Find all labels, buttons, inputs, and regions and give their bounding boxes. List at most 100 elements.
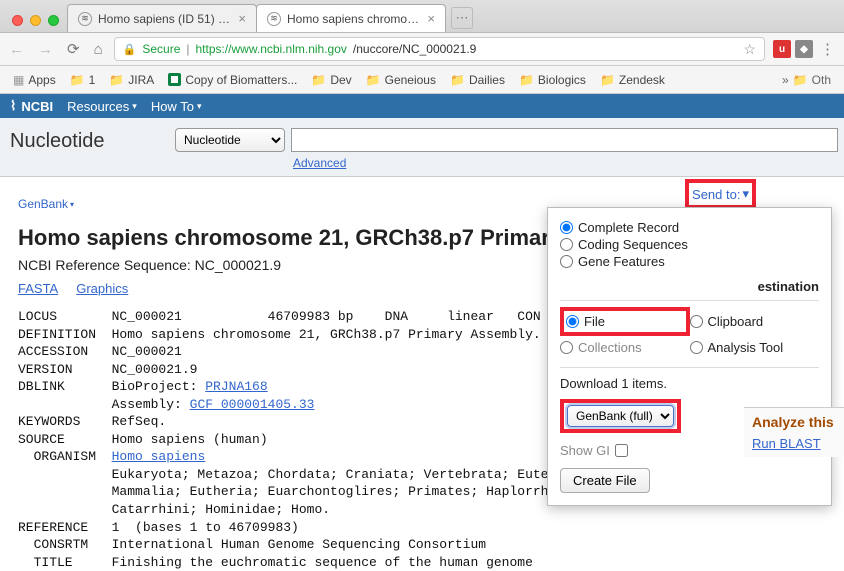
organism-line: ORGANISM [18, 449, 112, 464]
tab-label: Homo sapiens (ID 51) - Genom [98, 12, 232, 26]
create-file-button[interactable]: Create File [560, 468, 650, 493]
bookmark-copy-biomatters[interactable]: Copy of Biomatters... [163, 71, 302, 89]
ncbi-logo[interactable]: ⌇ NCBI [10, 98, 53, 114]
assembly-link[interactable]: GCF_000001405.33 [190, 397, 315, 412]
title-line: TITLE Finishing the euchromatic sequence… [18, 555, 533, 570]
browser-tab-1[interactable]: ≋ Homo sapiens (ID 51) - Genom × [67, 4, 257, 32]
organism-link[interactable]: Homo sapiens [112, 449, 206, 464]
source-line: SOURCE Homo sapiens (human) [18, 432, 268, 447]
radio-file[interactable] [566, 315, 579, 328]
resources-menu[interactable]: Resources▾ [67, 99, 137, 114]
window-controls[interactable] [8, 15, 67, 32]
destination-collections[interactable]: Collections [560, 340, 690, 355]
bookmark-label: Geneious [385, 73, 436, 87]
radio-collections[interactable] [560, 341, 573, 354]
bookmark-label: Copy of Biomatters... [185, 73, 297, 87]
bookmark-biologics[interactable]: 📁Biologics [514, 71, 591, 89]
send-to-dropdown[interactable]: Send to:▾ [692, 186, 749, 202]
folder-icon: 📁 [70, 73, 85, 87]
browser-tab-2[interactable]: ≋ Homo sapiens chromosome 21 × [256, 4, 446, 32]
radio-complete-record[interactable] [560, 221, 573, 234]
record-scope-complete[interactable]: Complete Record [560, 220, 819, 235]
chevron-down-icon: ▾ [132, 101, 137, 112]
bookmark-dailies[interactable]: 📁Dailies [445, 71, 510, 89]
database-title: Nucleotide [10, 128, 175, 153]
menu-icon[interactable]: ⋮ [817, 40, 838, 58]
radio-label: Complete Record [578, 220, 679, 235]
folder-icon: 📁 [793, 73, 808, 87]
database-select[interactable]: Nucleotide [175, 128, 285, 152]
folder-icon: 📁 [519, 73, 534, 87]
new-tab-button[interactable]: ⋯ [451, 7, 473, 29]
tab-close-icon[interactable]: × [238, 11, 246, 26]
divider [560, 300, 819, 301]
bioproject-link[interactable]: PRJNA168 [205, 379, 267, 394]
folder-icon: 📁 [366, 73, 381, 87]
record-scope-coding[interactable]: Coding Sequences [560, 237, 819, 252]
radio-label: Collections [578, 340, 642, 355]
run-blast-link[interactable]: Run BLAST [752, 436, 838, 451]
record-scope-gene[interactable]: Gene Features [560, 254, 819, 269]
destination-clipboard[interactable]: Clipboard [690, 309, 820, 334]
folder-icon: 📁 [109, 73, 124, 87]
dna-icon: ⌇ [10, 98, 16, 114]
menu-label: How To [151, 99, 194, 114]
send-to-highlight: Send to:▾ [685, 179, 756, 209]
url-host: https://www.ncbi.nlm.nih.gov [196, 42, 347, 56]
show-gi-label: Show GI [560, 443, 610, 458]
bookmark-dev[interactable]: 📁Dev [306, 71, 356, 89]
back-button[interactable]: ← [6, 41, 27, 58]
graphics-link[interactable]: Graphics [76, 281, 128, 296]
bookmarks-bar: ▦Apps 📁1 📁JIRA Copy of Biomatters... 📁De… [0, 66, 844, 94]
forward-button[interactable]: → [35, 41, 56, 58]
extension-ublock-icon[interactable]: u [773, 40, 791, 58]
destination-file-highlight: File [560, 307, 690, 336]
advanced-search-link[interactable]: Advanced [293, 152, 346, 170]
destination-analysis[interactable]: Analysis Tool [690, 340, 820, 355]
bookmark-star-icon[interactable]: ☆ [743, 41, 756, 58]
sheets-icon [168, 73, 181, 86]
extension-icon[interactable]: ◆ [795, 40, 813, 58]
bookmark-geneious[interactable]: 📁 Geneious [361, 71, 441, 89]
radio-label: Gene Features [578, 254, 665, 269]
reference-line: REFERENCE 1 (bases 1 to 46709983) [18, 520, 299, 535]
zoom-window-icon[interactable] [48, 15, 59, 26]
radio-gene-features[interactable] [560, 255, 573, 268]
ncbi-logo-text: NCBI [21, 99, 53, 114]
search-input[interactable] [291, 128, 838, 152]
bookmark-label: Dev [330, 73, 351, 87]
close-window-icon[interactable] [12, 15, 23, 26]
divider [560, 367, 819, 368]
reload-button[interactable]: ⟳ [64, 40, 83, 58]
format-select[interactable]: GenBank (full) [567, 405, 674, 427]
bookmark-jira[interactable]: 📁JIRA [104, 71, 159, 89]
address-bar: ← → ⟳ ⌂ 🔒 Secure | https://www.ncbi.nlm.… [0, 32, 844, 66]
bookmark-folder-1[interactable]: 📁1 [65, 71, 101, 89]
bookmark-apps[interactable]: ▦Apps [8, 71, 61, 89]
radio-coding-sequences[interactable] [560, 238, 573, 251]
radio-analysis-tool[interactable] [690, 341, 703, 354]
radio-label: Coding Sequences [578, 237, 688, 252]
minimize-window-icon[interactable] [30, 15, 41, 26]
apps-grid-icon: ▦ [13, 73, 24, 87]
home-button[interactable]: ⌂ [91, 41, 106, 58]
tab-favicon-icon: ≋ [267, 12, 281, 26]
show-gi-checkbox[interactable] [615, 444, 628, 457]
lineage-line: Mammalia; Eutheria; Euarchontoglires; Pr… [18, 484, 549, 499]
radio-clipboard[interactable] [690, 315, 703, 328]
radio-label: Clipboard [708, 314, 764, 329]
secure-label: Secure [142, 42, 180, 56]
format-select-highlight: GenBank (full) [560, 399, 681, 433]
lock-icon: 🔒 [123, 43, 137, 56]
format-label: GenBank [18, 197, 68, 211]
howto-menu[interactable]: How To▾ [151, 99, 202, 114]
destination-file[interactable]: File [566, 314, 684, 329]
url-input[interactable]: 🔒 Secure | https://www.ncbi.nlm.nih.gov/… [114, 37, 765, 61]
bookmarks-overflow[interactable]: » 📁Oth [777, 71, 836, 89]
display-format-dropdown[interactable]: GenBank▾ [18, 197, 74, 211]
bookmark-zendesk[interactable]: 📁Zendesk [595, 71, 670, 89]
tab-close-icon[interactable]: × [427, 11, 435, 26]
analyze-header: Analyze this seq [752, 414, 838, 430]
fasta-link[interactable]: FASTA [18, 281, 58, 296]
browser-chrome: ≋ Homo sapiens (ID 51) - Genom × ≋ Homo … [0, 0, 844, 94]
